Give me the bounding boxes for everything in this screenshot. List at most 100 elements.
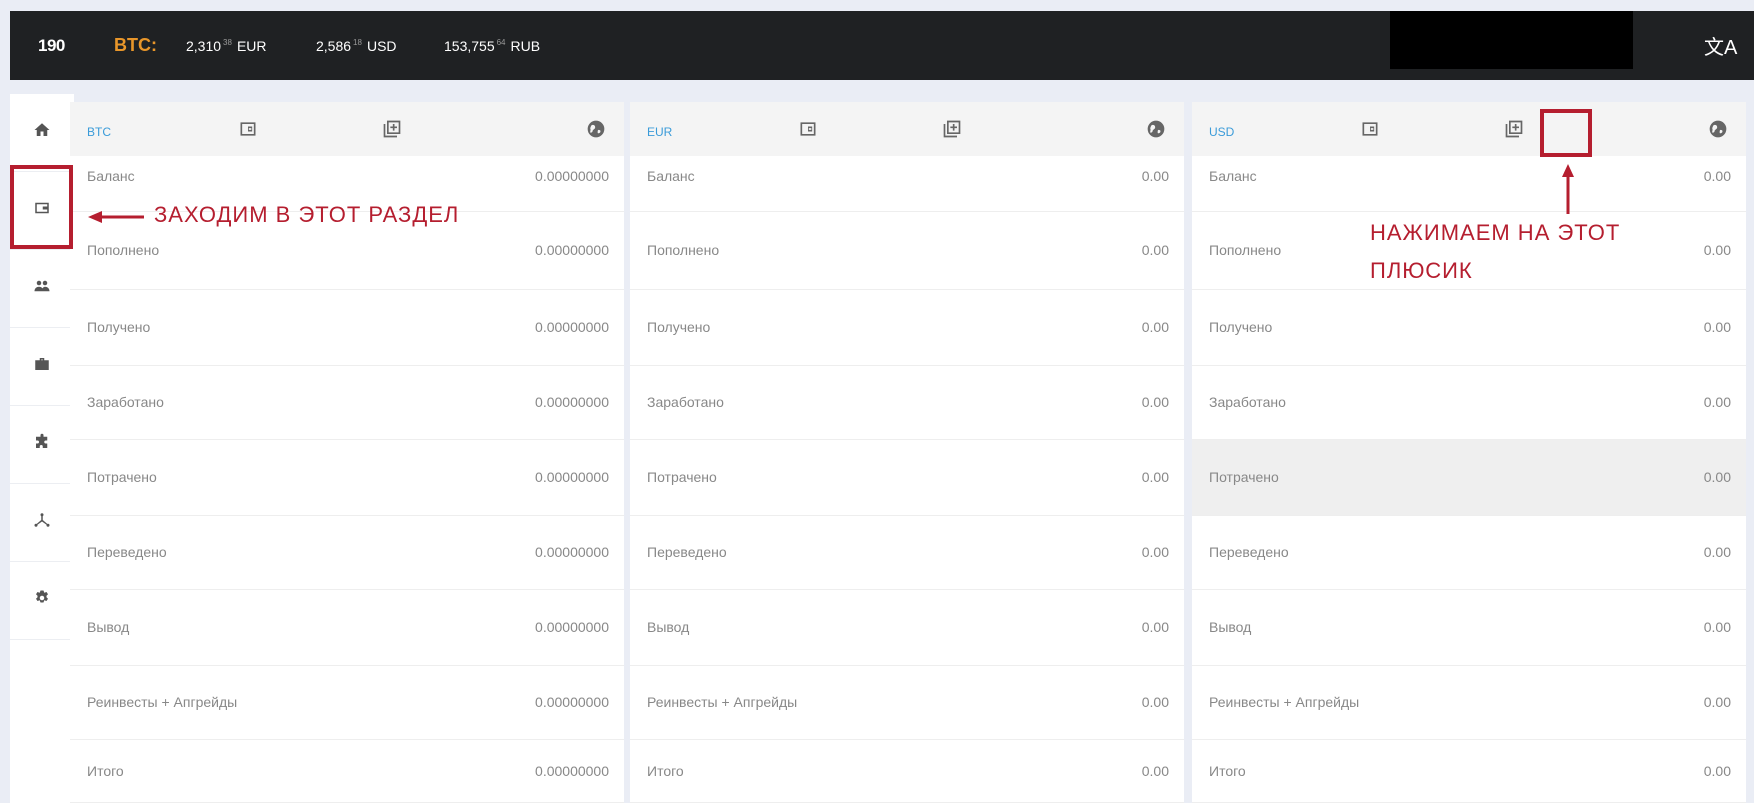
left-arrow-icon: [88, 211, 144, 223]
redacted-user-block: [1390, 11, 1633, 69]
add-funds-icon[interactable]: [382, 119, 402, 139]
stat-row: Вывод 0.00: [630, 590, 1184, 666]
price-rub: 153,755 64 RUB: [444, 38, 540, 54]
price-main: 2,310: [186, 37, 222, 54]
price-currency: USD: [366, 37, 397, 54]
panel-currency-title[interactable]: EUR: [647, 125, 672, 139]
wallet-icon[interactable]: [798, 119, 818, 139]
price-currency: RUB: [510, 37, 541, 54]
stat-label: Заработано: [647, 394, 724, 410]
briefcase-icon: [33, 355, 51, 378]
stat-row: Баланс 0.00: [1192, 154, 1746, 212]
home-icon: [33, 121, 51, 144]
up-arrow-icon: [1562, 164, 1574, 214]
stat-value: 0.00: [1703, 168, 1731, 184]
globe-icon[interactable]: [1708, 119, 1728, 139]
stat-value: 0.00: [1141, 544, 1169, 560]
globe-icon[interactable]: [586, 119, 606, 139]
stat-label: Потрачено: [1209, 469, 1279, 485]
annotation-plus-hint-line2: ПЛЮСИК: [1370, 258, 1473, 283]
stat-value: 0.00000000: [535, 319, 609, 335]
stat-label: Баланс: [1209, 168, 1257, 184]
stat-label: Получено: [647, 319, 711, 335]
sidebar-item-extensions[interactable]: [10, 406, 74, 484]
stat-label: Вывод: [647, 619, 690, 635]
stat-label: Итого: [1209, 763, 1246, 779]
price-main: 153,755: [444, 37, 495, 54]
stat-value: 0.00000000: [535, 694, 609, 710]
panel-header: BTC: [70, 102, 624, 156]
stat-row: Вывод 0.00: [1192, 590, 1746, 666]
stat-label: Потрачено: [87, 469, 157, 485]
puzzle-icon: [33, 433, 51, 456]
stat-label: Пополнено: [647, 242, 720, 258]
stat-value: 0.00: [1703, 763, 1731, 779]
add-funds-icon[interactable]: [942, 119, 962, 139]
sidebar-item-settings[interactable]: [10, 562, 74, 640]
panel-header: USD: [1192, 102, 1746, 156]
stat-value: 0.00: [1703, 469, 1731, 485]
btc-label: BTC:: [114, 35, 157, 55]
stat-row: Реинвесты + Апгрейды 0.00000000: [70, 666, 624, 740]
stat-value: 0.00: [1141, 242, 1169, 258]
translate-icon[interactable]: 文A: [1704, 31, 1737, 60]
currency-panel-usd: USD Баланс 0.00 Пополнено 0.00 Получено 0.00 За…: [1192, 102, 1746, 803]
stat-row: Переведено 0.00: [1192, 516, 1746, 590]
sidebar-item-network[interactable]: [10, 484, 74, 562]
stat-value: 0.00: [1703, 394, 1731, 410]
sidebar-item-briefcase[interactable]: [10, 328, 74, 406]
wallet-icon[interactable]: [1360, 119, 1380, 139]
stat-row: Итого 0.00: [630, 740, 1184, 803]
stat-value: 0.00000000: [535, 394, 609, 410]
stat-row: Переведено 0.00: [630, 516, 1184, 590]
stat-label: Реинвесты + Апгрейды: [87, 694, 238, 710]
stat-label: Итого: [87, 763, 124, 779]
stat-row: Потрачено 0.00000000: [70, 440, 624, 516]
stat-label: Пополнено: [87, 242, 160, 258]
stat-row: Вывод 0.00000000: [70, 590, 624, 666]
stat-label: Заработано: [1209, 394, 1286, 410]
people-icon: [33, 277, 51, 300]
stat-label: Баланс: [647, 168, 695, 184]
stat-label: Переведено: [87, 544, 167, 560]
stat-value: 0.00: [1703, 544, 1731, 560]
sidebar-item-team[interactable]: [10, 250, 74, 328]
stat-value: 0.00000000: [535, 469, 609, 485]
stat-value: 0.00: [1141, 763, 1169, 779]
stat-value: 0.00: [1141, 694, 1169, 710]
currency-panel-eur: EUR Баланс 0.00 Пополнено 0.00 Получено 0.00 За…: [630, 102, 1184, 803]
stat-row: Потрачено 0.00: [1192, 440, 1746, 516]
stat-label: Реинвесты + Апгрейды: [647, 694, 798, 710]
stat-value: 0.00: [1141, 319, 1169, 335]
wallet-highlight-box: [10, 165, 73, 249]
stat-value: 0.00000000: [535, 168, 609, 184]
panel-currency-title[interactable]: USD: [1209, 125, 1234, 139]
stat-row: Заработано 0.00: [1192, 366, 1746, 440]
price-currency: EUR: [236, 37, 267, 54]
panel-header: EUR: [630, 102, 1184, 156]
stat-row: Баланс 0.00: [630, 154, 1184, 212]
stat-row: Заработано 0.00000000: [70, 366, 624, 440]
stat-row: Итого 0.00000000: [70, 740, 624, 803]
network-icon: [33, 511, 51, 534]
price-fraction: 38: [223, 37, 232, 47]
stat-value: 0.00000000: [535, 619, 609, 635]
sidebar-item-home[interactable]: [10, 94, 74, 172]
price-fraction: 18: [353, 37, 362, 47]
stat-label: Переведено: [1209, 544, 1289, 560]
panel-currency-title[interactable]: BTC: [87, 125, 111, 139]
stat-value: 0.00: [1703, 319, 1731, 335]
globe-icon[interactable]: [1146, 119, 1166, 139]
stat-label: Баланс: [87, 168, 135, 184]
gear-icon: [33, 589, 51, 612]
stat-value: 0.00: [1703, 242, 1731, 258]
stat-row: Итого 0.00: [1192, 740, 1746, 803]
logo[interactable]: 190: [38, 36, 65, 56]
stat-label: Получено: [87, 319, 151, 335]
wallet-icon[interactable]: [238, 119, 258, 139]
stat-label: Вывод: [87, 619, 130, 635]
stat-row: Получено 0.00: [1192, 290, 1746, 366]
stat-label: Реинвесты + Апгрейды: [1209, 694, 1360, 710]
add-funds-icon[interactable]: [1504, 119, 1524, 139]
stat-value: 0.00000000: [535, 242, 609, 258]
